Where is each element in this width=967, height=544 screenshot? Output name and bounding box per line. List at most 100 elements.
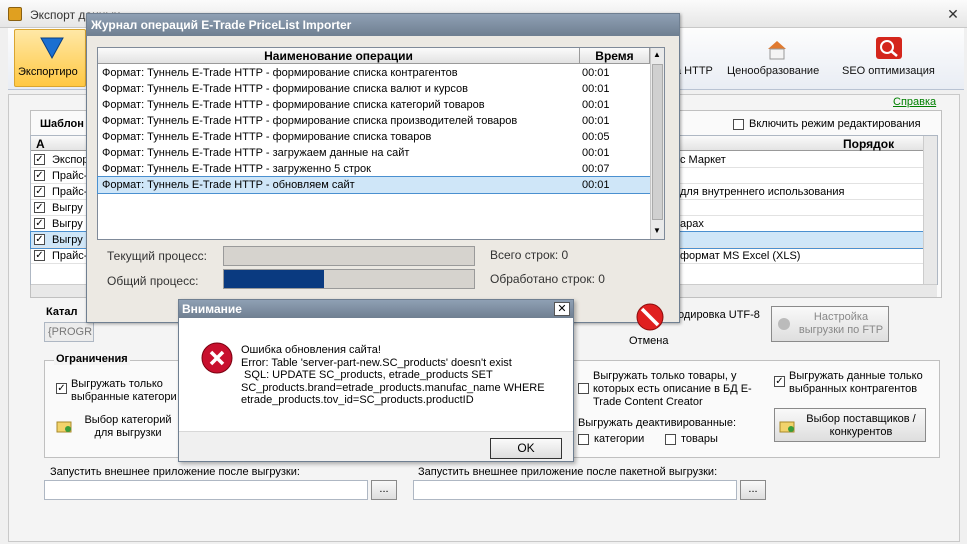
browse-label: ... — [748, 483, 758, 495]
only-with-description-checkbox[interactable] — [578, 383, 589, 394]
log-time: 00:07 — [582, 163, 610, 175]
seo-ribbon-label: SEO оптимизация — [842, 65, 935, 77]
deactivated-products-checkbox[interactable] — [665, 434, 676, 445]
template-description: с Маркет — [680, 154, 726, 166]
log-time: 00:01 — [582, 147, 610, 159]
warning-dialog: Внимание ✕ Ошибка обновления сайта! Erro… — [178, 299, 574, 462]
col-operation-name: Наименование операции — [98, 48, 580, 64]
log-operation: Формат: Туннель E-Trade HTTP - формирова… — [102, 115, 518, 127]
log-time: 00:01 — [582, 179, 610, 191]
log-row[interactable]: Формат: Туннель E-Trade HTTP - формирова… — [98, 97, 650, 113]
ftp-settings-button[interactable]: Настройка выгрузки по FTP — [771, 306, 889, 342]
log-time: 00:01 — [582, 83, 610, 95]
template-active-checkbox[interactable]: ✓ — [34, 218, 45, 229]
run-external-browse-button[interactable]: ... — [371, 480, 397, 500]
log-row[interactable]: Формат: Туннель E-Trade HTTP - формирова… — [98, 65, 650, 81]
grid-vertical-scrollbar[interactable] — [923, 136, 937, 284]
stop-icon — [636, 303, 664, 331]
template-active-checkbox[interactable]: ✓ — [34, 186, 45, 197]
log-time: 00:01 — [582, 115, 610, 127]
warning-body: Ошибка обновления сайта! Error: Table 's… — [179, 318, 573, 431]
log-row[interactable]: Формат: Туннель E-Trade HTTP - формирова… — [98, 113, 650, 129]
log-operation: Формат: Туннель E-Trade HTTP - загружаем… — [102, 147, 410, 159]
deactivated-products-label: товары — [681, 433, 718, 445]
log-row[interactable]: Формат: Туннель E-Trade HTTP - формирова… — [98, 81, 650, 97]
warning-footer: OK — [179, 431, 573, 461]
total-progress-bar — [223, 269, 475, 289]
only-selected-contractors-label: Выгружать данные только выбранных контра… — [789, 370, 923, 395]
deactivated-title: Выгружать деактивированные: — [578, 417, 736, 429]
browse-label: ... — [379, 483, 389, 495]
scroll-down-icon[interactable]: ▼ — [653, 226, 661, 235]
col-time: Время — [580, 48, 650, 64]
grid-col-a: А — [36, 137, 45, 151]
catalog-field[interactable]: {PROGR — [44, 322, 94, 342]
current-progress-bar — [223, 246, 475, 266]
warning-close-button[interactable]: ✕ — [554, 302, 570, 316]
log-operation: Формат: Туннель E-Trade HTTP - формирова… — [102, 131, 432, 143]
seo-search-icon — [876, 37, 902, 59]
ftp-button-label: Настройка выгрузки по FTP — [798, 311, 884, 336]
template-active-checkbox[interactable]: ✓ — [34, 250, 45, 261]
funnel-icon — [40, 37, 64, 60]
ftp-icon — [778, 318, 790, 330]
pricing-ribbon-label: Ценообразование — [727, 65, 820, 77]
only-selected-contractors-checkbox[interactable]: ✓ — [774, 376, 785, 387]
main-close-button[interactable]: ✕ — [944, 6, 962, 22]
template-description: для внутреннего использования — [680, 186, 845, 198]
http-ribbon-label: а HTTP — [675, 65, 713, 77]
message-line-2: Error: Table 'server-part-new.SC_product… — [241, 356, 512, 369]
deactivated-categories-checkbox[interactable] — [578, 434, 589, 445]
run-external-batch-field[interactable] — [413, 480, 737, 500]
log-vertical-scrollbar[interactable]: ▲ ▼ — [650, 48, 664, 239]
select-categories-button[interactable]: Выбор категорий для выгрузки — [54, 412, 180, 444]
template-active-checkbox[interactable]: ✓ — [34, 170, 45, 181]
log-row[interactable]: Формат: Туннель E-Trade HTTP - загруженн… — [98, 161, 650, 177]
select-categories-label: Выбор категорий для выгрузки — [84, 414, 172, 439]
log-row[interactable]: Формат: Туннель E-Trade HTTP - загружаем… — [98, 145, 650, 161]
run-external-batch-browse-button[interactable]: ... — [740, 480, 766, 500]
run-external-field[interactable] — [44, 480, 368, 500]
template-description: арах — [680, 218, 704, 230]
template-name: Выгру — [52, 234, 83, 246]
edit-mode-checkbox[interactable] — [733, 119, 744, 130]
template-name: Выгру — [52, 218, 83, 230]
suppliers-button[interactable]: Выбор поставщиков / конкурентов — [774, 408, 926, 442]
template-description: формат MS Excel (XLS) — [680, 250, 801, 262]
log-operation: Формат: Туннель E-Trade HTTP - загруженн… — [102, 163, 371, 175]
run-external-label: Запустить внешнее приложение после выгру… — [50, 466, 300, 478]
message-line-5: etrade_products.tov_id=SC_products.produ… — [241, 394, 474, 406]
folder-add-icon — [56, 421, 72, 433]
template-active-checkbox[interactable]: ✓ — [34, 154, 45, 165]
restrictions-title: Ограничения — [54, 353, 130, 365]
house-price-icon — [768, 41, 786, 60]
log-time: 00:01 — [582, 67, 610, 79]
journal-titlebar: Журнал операций E-Trade PriceList Import… — [87, 14, 679, 36]
scroll-thumb[interactable] — [652, 64, 663, 220]
template-name: Экспор — [52, 154, 89, 166]
only-selected-categories-label: Выгружать только выбранные категори — [71, 378, 177, 403]
log-row[interactable]: Формат: Туннель E-Trade HTTP - формирова… — [98, 129, 650, 145]
log-operation: Формат: Туннель E-Trade HTTP - формирова… — [102, 99, 485, 111]
help-link[interactable]: Справка — [893, 96, 936, 108]
grid-col-order: Порядок — [843, 137, 895, 151]
seo-ribbon-button[interactable]: SEO оптимизация — [836, 29, 944, 85]
pricing-ribbon-button[interactable]: Ценообразование — [722, 29, 830, 85]
export-ribbon-button[interactable]: Экспортиро — [14, 29, 86, 87]
log-operation: Формат: Туннель E-Trade HTTP - формирова… — [102, 83, 468, 95]
scroll-up-icon[interactable]: ▲ — [653, 50, 661, 59]
template-name: Прайс- — [52, 170, 88, 182]
template-name: Прайс- — [52, 186, 88, 198]
template-active-checkbox[interactable]: ✓ — [34, 234, 45, 245]
processed-rows: Обработано строк: 0 — [490, 272, 605, 286]
template-active-checkbox[interactable]: ✓ — [34, 202, 45, 213]
log-table-header: Наименование операции Время — [98, 48, 650, 64]
log-row[interactable]: Формат: Туннель E-Trade HTTP - обновляем… — [97, 176, 651, 194]
app-icon — [8, 7, 22, 21]
ok-button[interactable]: OK — [490, 438, 562, 459]
edit-mode-label: Включить режим редактирования — [749, 118, 921, 130]
message-line-3: SQL: UPDATE SC_products, etrade_products… — [241, 369, 493, 381]
template-name: Прайс- — [52, 250, 88, 262]
warning-titlebar: Внимание — [179, 300, 573, 318]
only-selected-categories-checkbox[interactable]: ✓ — [56, 383, 67, 394]
